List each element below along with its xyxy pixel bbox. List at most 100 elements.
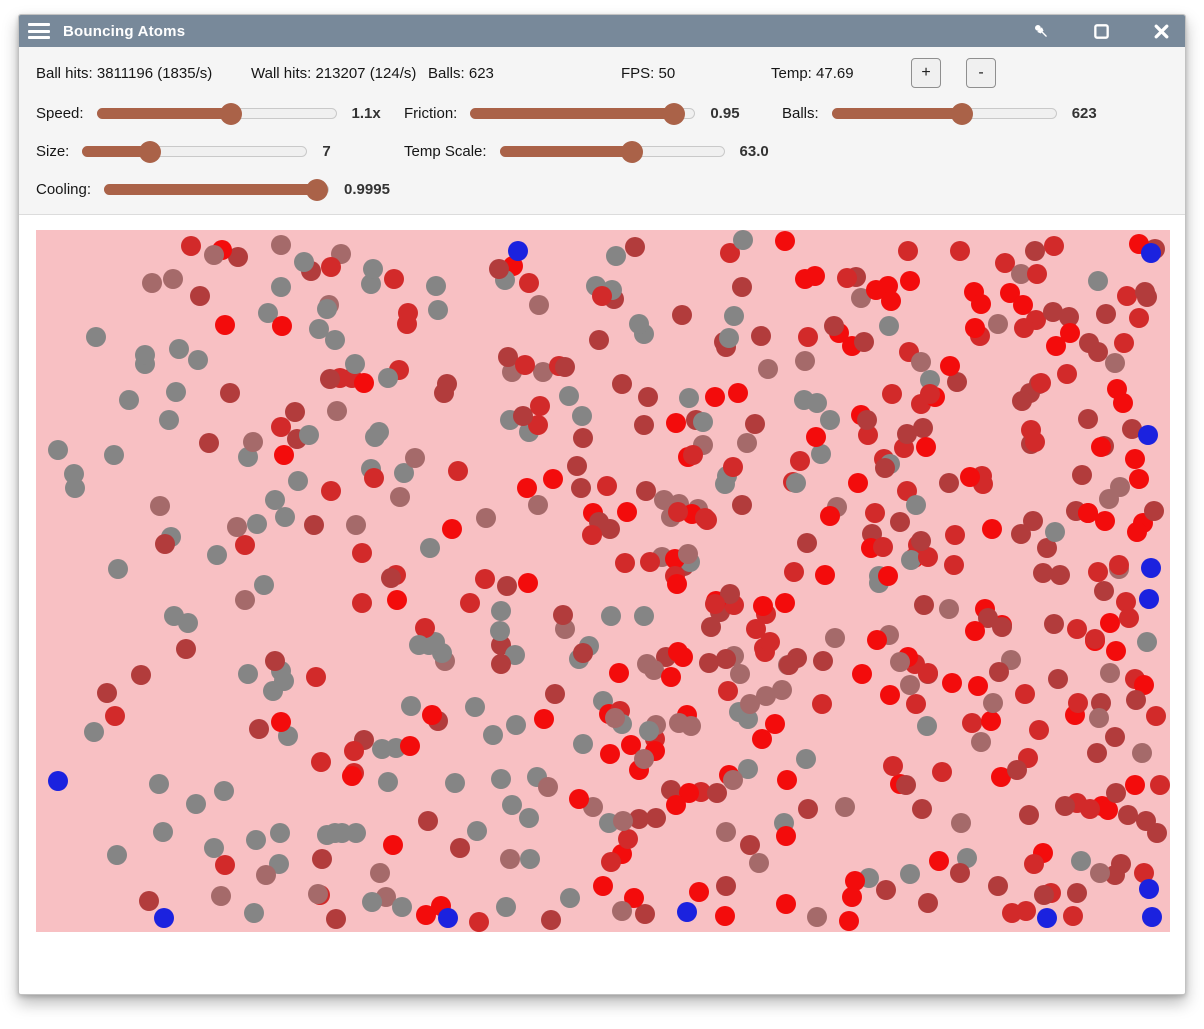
temp-scale-slider[interactable] [500, 146, 725, 157]
atom-ball [1087, 743, 1107, 763]
atom-ball [629, 314, 649, 334]
atom-ball [573, 643, 593, 663]
maximize-icon[interactable] [1091, 21, 1111, 41]
balls-slider-thumb[interactable] [951, 103, 973, 125]
atom-ball [945, 525, 965, 545]
atom-ball [715, 906, 735, 926]
atom-ball [807, 907, 827, 927]
simulation-canvas[interactable] [36, 230, 1170, 932]
atom-ball [105, 706, 125, 726]
atom-ball [272, 316, 292, 336]
atom-ball [285, 402, 305, 422]
atom-ball [467, 821, 487, 841]
atom-ball [989, 662, 1009, 682]
atom-ball [1105, 727, 1125, 747]
atom-ball [176, 639, 196, 659]
atom-ball [749, 853, 769, 873]
atom-ball [779, 655, 799, 675]
atom-ball [86, 327, 106, 347]
atom-ball [593, 876, 613, 896]
atom-ball [1099, 489, 1119, 509]
friction-slider-thumb[interactable] [663, 103, 685, 125]
atom-ball [243, 432, 263, 452]
atom-ball [1063, 906, 1083, 926]
stats-bar: Ball hits: 3811196 (1835/s) Wall hits: 2… [19, 47, 1185, 99]
close-icon[interactable] [1151, 21, 1171, 41]
atom-ball [401, 696, 421, 716]
atom-ball [515, 355, 535, 375]
atom-ball [497, 576, 517, 596]
atom-ball [1024, 854, 1044, 874]
atom-ball [988, 876, 1008, 896]
cooling-value: 0.9995 [344, 181, 390, 198]
atom-ball [672, 305, 692, 325]
atom-ball [1111, 854, 1131, 874]
atom-ball [705, 387, 725, 407]
atom-ball [442, 519, 462, 539]
balls-value: 623 [1072, 105, 1097, 122]
atom-ball [777, 770, 797, 790]
friction-slider[interactable] [470, 108, 695, 119]
atom-ball [378, 368, 398, 388]
atom-ball [364, 468, 384, 488]
balls-slider[interactable] [832, 108, 1057, 119]
atom-ball [294, 252, 314, 272]
atom-ball [1117, 286, 1137, 306]
atom-ball [965, 621, 985, 641]
atom-ball [592, 286, 612, 306]
atom-ball [508, 241, 528, 261]
temp-scale-slider-thumb[interactable] [621, 141, 643, 163]
atom-ball [751, 326, 771, 346]
cooling-slider[interactable] [104, 184, 329, 195]
atom-ball [1132, 743, 1152, 763]
menu-icon[interactable] [28, 23, 50, 39]
atom-ball [541, 910, 561, 930]
temp-decrease-button[interactable]: - [966, 58, 996, 88]
atom-ball [865, 503, 885, 523]
speed-slider[interactable] [97, 108, 337, 119]
atom-ball [1050, 565, 1070, 585]
atom-ball [490, 621, 510, 641]
atom-ball [1029, 720, 1049, 740]
atom-ball [707, 783, 727, 803]
atom-ball [890, 512, 910, 532]
atom-ball [445, 773, 465, 793]
atom-ball [1150, 775, 1170, 795]
atom-ball [1141, 558, 1161, 578]
atom-ball [246, 830, 266, 850]
atom-ball [911, 352, 931, 372]
atom-ball [275, 507, 295, 527]
atom-ball [150, 496, 170, 516]
atom-ball [896, 775, 916, 795]
size-slider[interactable] [82, 146, 307, 157]
atom-ball [906, 694, 926, 714]
atom-ball [418, 811, 438, 831]
stat-fps: FPS: 50 [621, 65, 771, 82]
atom-ball [882, 384, 902, 404]
atom-ball [325, 823, 345, 843]
atom-ball [601, 606, 621, 626]
atom-ball [1037, 908, 1057, 928]
atom-ball [776, 894, 796, 914]
atom-ball [238, 664, 258, 684]
size-slider-thumb[interactable] [139, 141, 161, 163]
atom-ball [1096, 304, 1116, 324]
atom-ball [154, 908, 174, 928]
pin-icon[interactable] [1031, 21, 1051, 41]
app-window: Bouncing Atoms Ball hits: 3811196 (1835/… [18, 14, 1186, 995]
atom-ball [119, 390, 139, 410]
atom-ball [666, 413, 686, 433]
speed-slider-thumb[interactable] [220, 103, 242, 125]
atom-ball [534, 709, 554, 729]
atom-ball [500, 849, 520, 869]
control-panel: Ball hits: 3811196 (1835/s) Wall hits: 2… [19, 47, 1185, 215]
temp-increase-button[interactable]: + [911, 58, 941, 88]
atom-ball [256, 865, 276, 885]
atom-ball [311, 752, 331, 772]
atom-ball [615, 553, 635, 573]
cooling-slider-thumb[interactable] [306, 179, 328, 201]
atom-ball [988, 314, 1008, 334]
atom-ball [1015, 684, 1035, 704]
atom-ball [968, 676, 988, 696]
atom-ball [775, 231, 795, 251]
